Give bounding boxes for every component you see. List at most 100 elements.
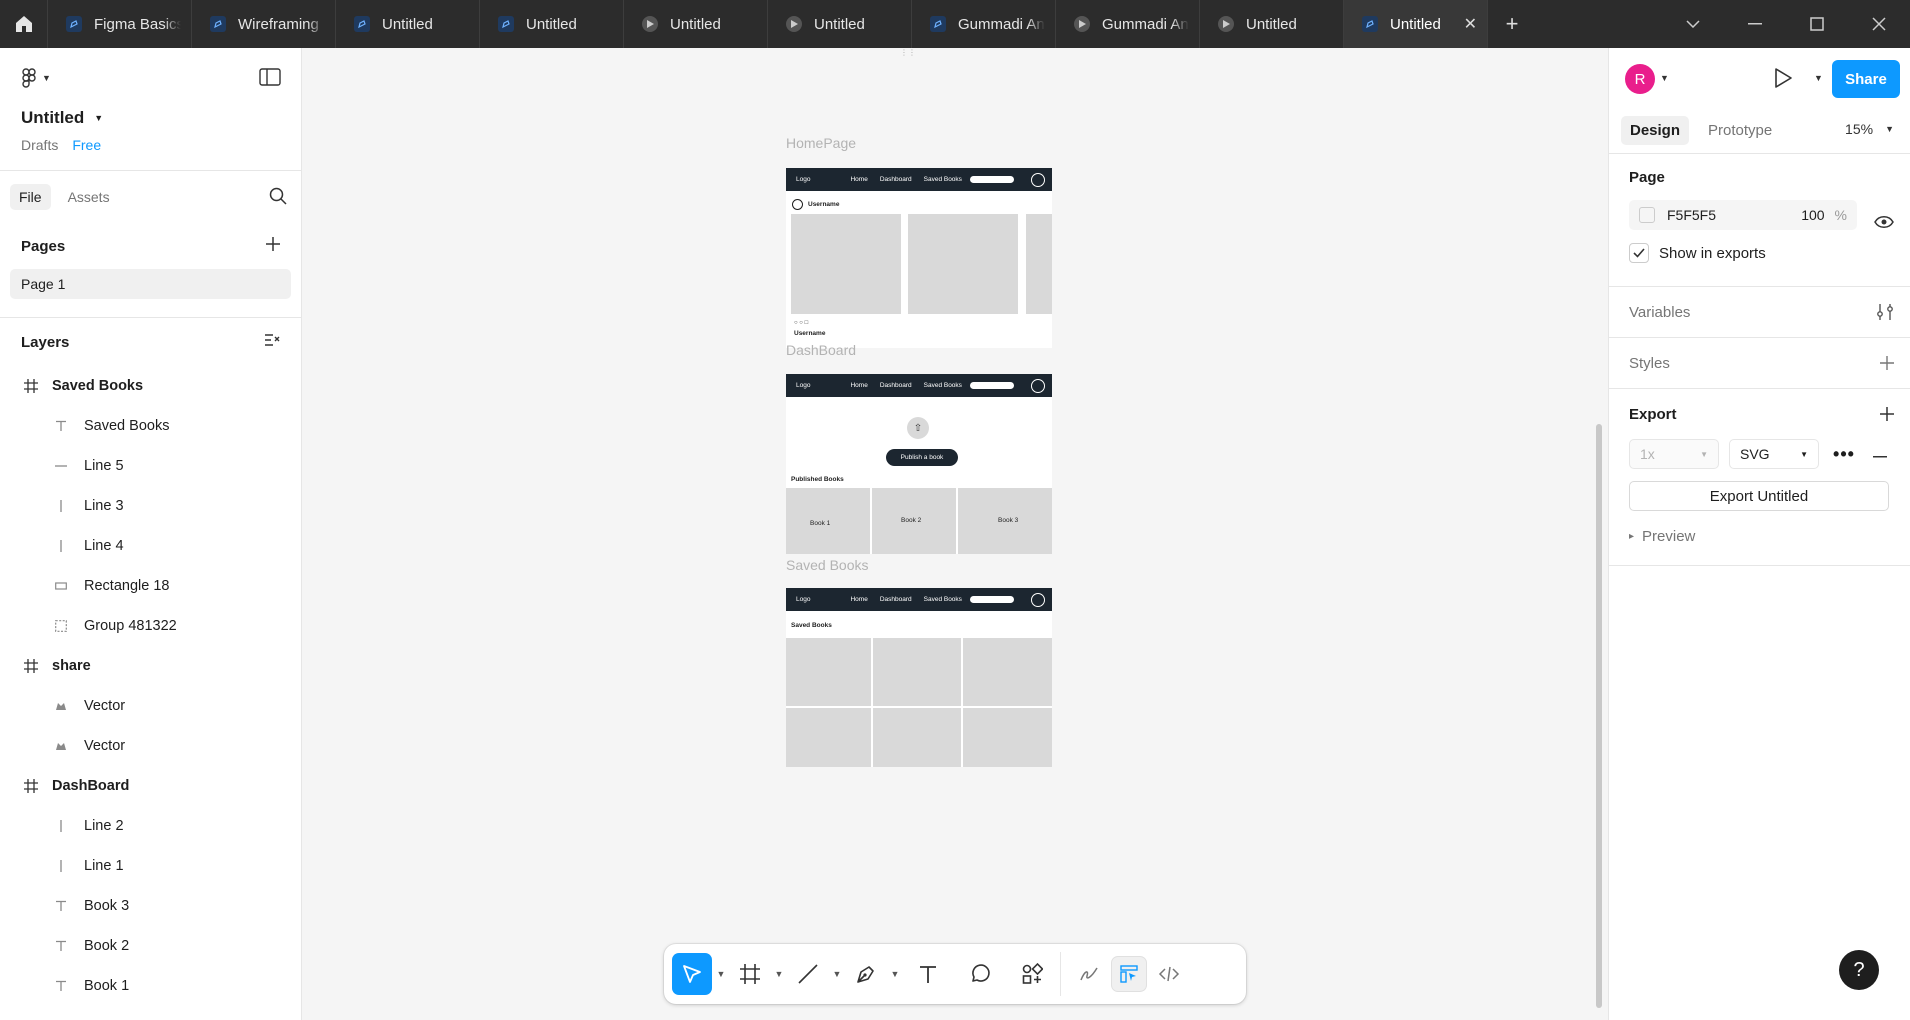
color-swatch[interactable] xyxy=(1639,207,1655,223)
layer-item[interactable]: Saved Books xyxy=(0,406,301,446)
file-location-link[interactable]: Drafts xyxy=(21,137,58,153)
main-menu-button[interactable]: ▼ xyxy=(22,68,51,88)
new-tab-button[interactable]: + xyxy=(1488,0,1536,48)
tab-6[interactable]: Untitled xyxy=(768,0,912,48)
text-tool-button[interactable] xyxy=(908,953,948,995)
home-button[interactable] xyxy=(0,0,48,48)
tab-1[interactable]: Figma Basics xyxy=(48,0,192,48)
layer-item[interactable]: Book 3 xyxy=(0,886,301,926)
export-format-select[interactable]: SVG ▼ xyxy=(1729,439,1819,469)
tab-assets[interactable]: Assets xyxy=(59,184,119,210)
tab-prototype[interactable]: Prototype xyxy=(1699,116,1781,145)
frame-label-dashboard[interactable]: DashBoard xyxy=(786,342,856,358)
tab-3[interactable]: Untitled xyxy=(336,0,480,48)
layer-item[interactable]: Saved Books xyxy=(0,366,301,406)
export-untitled-button[interactable]: Export Untitled xyxy=(1629,481,1889,511)
file-title[interactable]: Untitled ▼ xyxy=(21,108,103,128)
layer-item[interactable]: Vector xyxy=(0,726,301,766)
close-window-button[interactable] xyxy=(1848,0,1910,48)
opacity-input[interactable]: 100 xyxy=(1801,207,1824,223)
variables-button[interactable] xyxy=(1876,303,1894,326)
page-background-color[interactable]: F5F5F5 100 % xyxy=(1629,200,1857,230)
tab-5[interactable]: Untitled xyxy=(624,0,768,48)
pen-tool-dropdown[interactable]: ▼ xyxy=(886,953,904,995)
tab-file[interactable]: File xyxy=(10,184,51,210)
export-preview-toggle[interactable]: ▸ Preview xyxy=(1629,511,1890,561)
tab-8[interactable]: Gummadi An xyxy=(1056,0,1200,48)
tab-4[interactable]: Untitled xyxy=(480,0,624,48)
bottom-toolbar: ▼ ▼ ▼ ▼ xyxy=(664,944,1246,1004)
mock-navbar: Logo Home Dashboard Saved Books xyxy=(786,374,1052,397)
canvas-scrollbar[interactable] xyxy=(1596,424,1602,1008)
show-in-exports-checkbox[interactable] xyxy=(1629,243,1649,263)
pen-tool-button[interactable] xyxy=(846,953,886,995)
close-tab-icon[interactable]: ✕ xyxy=(1464,14,1477,34)
layer-item[interactable]: DashBoard xyxy=(0,766,301,806)
tab-2[interactable]: Wireframing xyxy=(192,0,336,48)
chevron-down-icon[interactable]: ▼ xyxy=(1814,73,1823,83)
frame-saved-books[interactable]: Logo Home Dashboard Saved Books Saved Bo… xyxy=(786,588,1052,767)
zoom-dropdown[interactable]: 15% ▼ xyxy=(1845,121,1894,137)
layer-item[interactable]: Book 2 xyxy=(0,926,301,966)
draw-mode-button[interactable] xyxy=(1071,956,1107,992)
actions-tool-button[interactable] xyxy=(1012,953,1052,995)
mock-avatar-icon xyxy=(1031,172,1045,187)
share-button[interactable]: Share xyxy=(1832,60,1900,98)
canvas[interactable]: ⋮⋮ HomePage Logo Home Dashboard Saved Bo… xyxy=(302,48,1608,1020)
design-mode-icon xyxy=(1120,965,1138,983)
layer-item[interactable]: Line 3 xyxy=(0,486,301,526)
tabs-dropdown-button[interactable] xyxy=(1662,0,1724,48)
layer-item[interactable]: Line 2 xyxy=(0,806,301,846)
drag-handle[interactable]: ⋮⋮ xyxy=(900,48,916,57)
line-tool-button[interactable] xyxy=(788,953,828,995)
layer-item[interactable]: Line 4 xyxy=(0,526,301,566)
design-mode-button[interactable] xyxy=(1111,956,1147,992)
plan-badge[interactable]: Free xyxy=(72,137,101,153)
collapse-layers-button[interactable] xyxy=(264,333,280,351)
layer-item[interactable]: Line 1 xyxy=(0,846,301,886)
move-tool-button[interactable] xyxy=(672,953,712,995)
shape-tool-dropdown[interactable]: ▼ xyxy=(828,953,846,995)
sidebar-toggle-button[interactable] xyxy=(259,68,281,91)
layer-item[interactable]: Book 1 xyxy=(0,966,301,1006)
color-hex-input[interactable]: F5F5F5 xyxy=(1667,207,1716,223)
frame-dashboard[interactable]: Logo Home Dashboard Saved Books ⇧ Publis… xyxy=(786,374,1052,554)
page-item-page-1[interactable]: Page 1 xyxy=(10,269,291,299)
layer-item[interactable]: Vector xyxy=(0,686,301,726)
comment-tool-button[interactable] xyxy=(960,953,1000,995)
present-button[interactable] xyxy=(1773,67,1793,94)
export-more-options-button[interactable]: ••• xyxy=(1829,444,1859,465)
remove-export-button[interactable] xyxy=(1873,445,1887,463)
tab-7[interactable]: Gummadi An xyxy=(912,0,1056,48)
layer-item[interactable]: Rectangle 18 xyxy=(0,566,301,606)
layer-item[interactable]: Line 5 xyxy=(0,446,301,486)
tab-9[interactable]: Untitled xyxy=(1200,0,1344,48)
search-layers-button[interactable] xyxy=(269,187,287,210)
layer-item[interactable]: Group 481322 xyxy=(0,606,301,646)
move-tool-dropdown[interactable]: ▼ xyxy=(712,953,730,995)
help-button[interactable]: ? xyxy=(1839,950,1879,990)
user-avatar[interactable]: R xyxy=(1625,64,1655,94)
mock-navbar: Logo Home Dashboard Saved Books xyxy=(786,588,1052,611)
frame-tool-button[interactable] xyxy=(730,953,770,995)
vector-icon xyxy=(54,699,68,713)
mock-nav-dashboard: Dashboard xyxy=(879,596,912,603)
toggle-visibility-button[interactable] xyxy=(1874,215,1894,234)
export-scale-select[interactable]: 1x ▼ xyxy=(1629,439,1719,469)
tab-10[interactable]: Untitled ✕ xyxy=(1344,0,1488,48)
add-style-button[interactable] xyxy=(1880,356,1894,375)
frame-tool-dropdown[interactable]: ▼ xyxy=(770,953,788,995)
tab-design[interactable]: Design xyxy=(1621,116,1690,145)
chevron-down-icon[interactable]: ▼ xyxy=(1660,73,1669,83)
show-in-exports-row[interactable]: Show in exports xyxy=(1629,230,1890,276)
frame-label-saved-books[interactable]: Saved Books xyxy=(786,557,869,573)
dev-mode-button[interactable] xyxy=(1151,956,1187,992)
maximize-button[interactable] xyxy=(1786,0,1848,48)
add-page-button[interactable] xyxy=(266,237,280,255)
frame-homepage[interactable]: Logo Home Dashboard Saved Books Username… xyxy=(786,168,1052,348)
add-export-button[interactable] xyxy=(1880,407,1894,426)
mock-upload-icon: ⇧ xyxy=(907,417,929,439)
layer-item[interactable]: share xyxy=(0,646,301,686)
frame-label-homepage[interactable]: HomePage xyxy=(786,135,856,151)
minimize-button[interactable] xyxy=(1724,0,1786,48)
